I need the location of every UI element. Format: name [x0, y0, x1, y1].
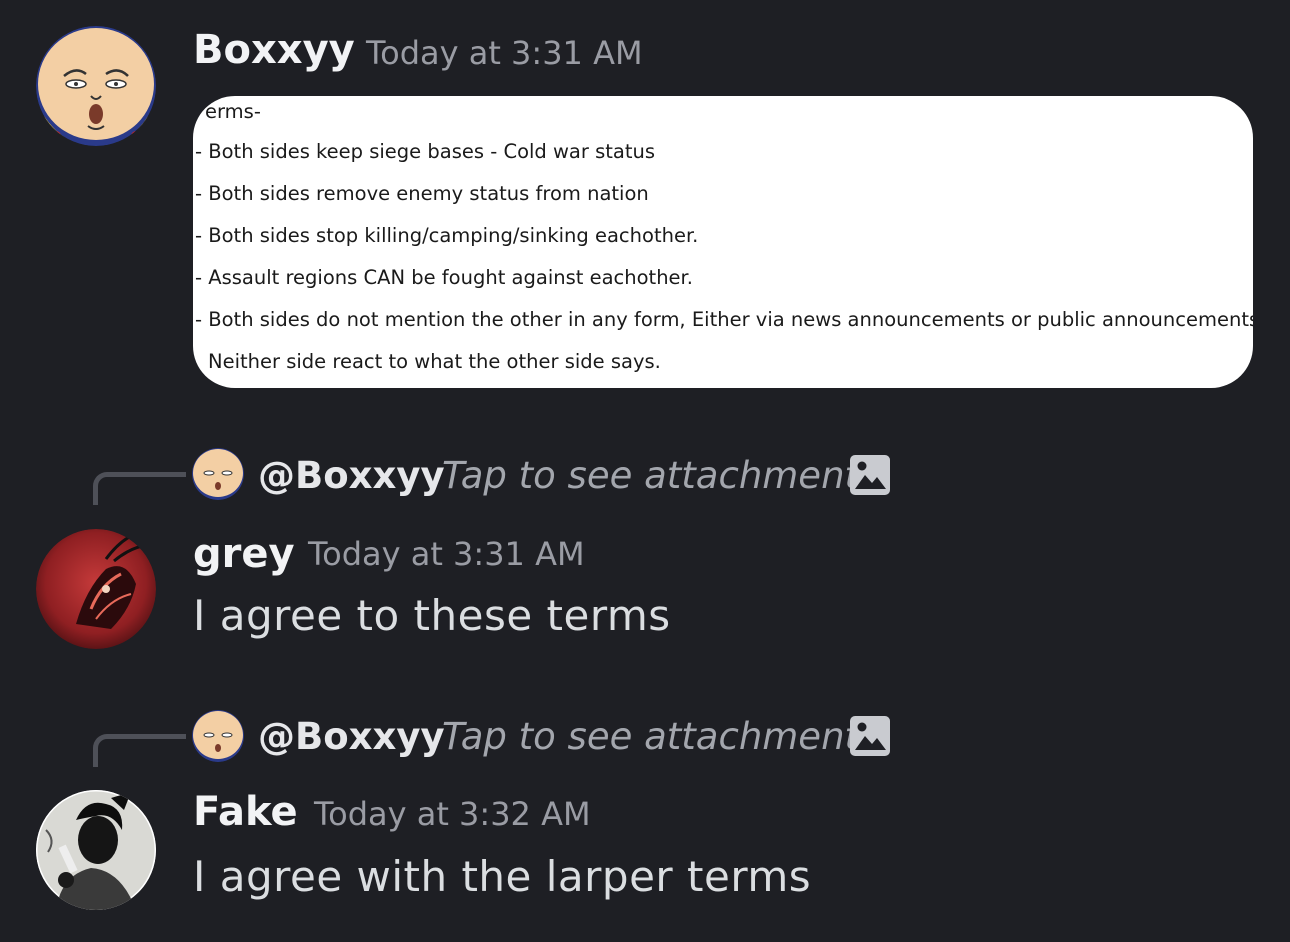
- image-icon: [850, 455, 890, 495]
- bald-cartoon-face-avatar-icon: [36, 26, 156, 146]
- attachment-line: Neither side react to what the other sid…: [208, 350, 661, 373]
- avatar-grey[interactable]: [36, 529, 156, 649]
- message-grey: @Boxxyy Tap to see attachment grey Today…: [0, 440, 1290, 660]
- message-fake: @Boxxyy Tap to see attachment Fake Today…: [0, 700, 1290, 942]
- author-name[interactable]: Fake: [193, 792, 298, 832]
- image-icon: [850, 716, 890, 756]
- image-attachment[interactable]: erms- - Both sides keep siege bases - Co…: [193, 96, 1253, 388]
- reply-avatar[interactable]: [192, 710, 244, 762]
- author-name[interactable]: Boxxyy: [193, 30, 355, 70]
- message-boxxyy: Boxxyy Today at 3:31 AM erms- - Both sid…: [0, 0, 1290, 400]
- timestamp: Today at 3:31 AM: [308, 535, 585, 573]
- attachment-line: - Both sides keep siege bases - Cold war…: [195, 140, 656, 163]
- timestamp: Today at 3:32 AM: [314, 795, 591, 833]
- reply-connector: [93, 734, 186, 767]
- attachment-line: - Both sides do not mention the other in…: [195, 308, 1253, 331]
- reply-connector: [93, 472, 186, 505]
- reply-preview-text[interactable]: Tap to see attachment: [442, 457, 859, 494]
- red-creature-avatar-icon: [36, 529, 156, 649]
- bald-cartoon-face-avatar-icon: [192, 710, 244, 762]
- attachment-line: - Assault regions CAN be fought against …: [195, 266, 693, 289]
- attachment-line: - Both sides stop killing/camping/sinkin…: [195, 224, 699, 247]
- author-name[interactable]: grey: [193, 534, 295, 574]
- avatar-fake[interactable]: [36, 790, 156, 910]
- monochrome-portrait-avatar-icon: [36, 790, 156, 910]
- reply-avatar[interactable]: [192, 448, 244, 500]
- message-text: I agree with the larper terms: [193, 852, 812, 901]
- reply-mention[interactable]: @Boxxyy: [258, 457, 445, 494]
- reply-mention[interactable]: @Boxxyy: [258, 718, 445, 755]
- timestamp: Today at 3:31 AM: [366, 34, 643, 72]
- attachment-line: erms-: [205, 100, 261, 123]
- bald-cartoon-face-avatar-icon: [192, 448, 244, 500]
- avatar-boxxyy[interactable]: [36, 26, 156, 146]
- message-text: I agree to these terms: [193, 591, 671, 640]
- reply-preview-text[interactable]: Tap to see attachment: [442, 718, 859, 755]
- attachment-line: - Both sides remove enemy status from na…: [195, 182, 649, 205]
